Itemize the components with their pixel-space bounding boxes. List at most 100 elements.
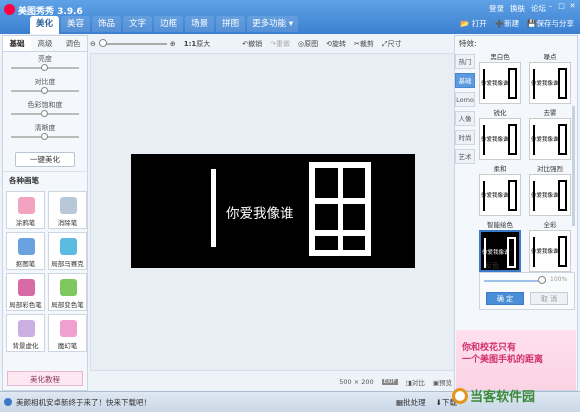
thumb-ladder (507, 237, 516, 268)
minimize-icon[interactable]: – (546, 2, 555, 11)
notice-link[interactable]: 美颜相机安卓新终于来了！快来下载吧！ (16, 397, 151, 408)
effect-reverse-label[interactable]: 反色 (485, 261, 499, 271)
effect-name: 黑白色 (490, 53, 510, 61)
compare-toggle[interactable]: ◨对比 (406, 377, 425, 387)
effect-name: 去雾 (543, 109, 557, 117)
adjust-sliders: 亮度 对比度 色彩饱和度 清晰度 (3, 52, 87, 144)
image-bar-shape (211, 169, 216, 247)
effect-name: 锐化 (493, 109, 507, 117)
preview-toggle[interactable]: ▣预览 (433, 377, 452, 387)
zoom-out-icon[interactable]: ⊖ (90, 40, 96, 48)
onekey-label: 一键美化 (30, 155, 60, 164)
login-link[interactable]: 登录 (489, 3, 504, 14)
effect-name: 对比强烈 (537, 165, 563, 173)
slider-knob[interactable] (41, 64, 48, 71)
adjust-subtabs: 基础 高级 调色 (3, 36, 87, 52)
brush-icon (18, 197, 35, 214)
effect-item[interactable]: 全彩 你爱我像谁 (529, 220, 571, 276)
slider-knob[interactable] (41, 133, 48, 140)
brush-item[interactable]: 涂鸦笔 (6, 191, 45, 229)
tab-2[interactable]: 饰品 (92, 16, 122, 32)
effect-item[interactable]: 黑白色 你爱我像谁 (479, 52, 521, 108)
brush-item[interactable]: 局部彩色笔 (6, 273, 45, 311)
tab-5[interactable]: 场景 (185, 16, 215, 32)
subtab-basic[interactable]: 基础 (3, 36, 31, 51)
brush-icon (18, 238, 35, 255)
one-key-beautify-button[interactable]: 一键美化 (15, 152, 75, 167)
effect-tab[interactable]: Lomo (455, 92, 475, 107)
effect-tab[interactable]: 基础 (455, 73, 475, 88)
skin-link[interactable]: 换肤 (510, 3, 525, 14)
canvas-status-bar: 500 × 200 EXIF ◨对比 ▣预览 (90, 373, 458, 390)
slider-group: 亮度 (3, 52, 87, 75)
ad-banner[interactable]: 你和校花只有 一个美图手机的距离 (456, 330, 576, 390)
effect-item[interactable]: 去雾 你爱我像谁 (529, 108, 571, 164)
brush-item[interactable]: 局部变色笔 (48, 273, 87, 311)
effect-item[interactable]: 对比强烈 你爱我像谁 (529, 164, 571, 220)
tab-7[interactable]: 更多功能 ▾ (247, 16, 299, 32)
effect-tab[interactable]: 人像 (455, 111, 475, 126)
thumb-text: 你爱我像谁 (531, 249, 559, 255)
tab-1[interactable]: 美容 (61, 16, 91, 32)
ok-button[interactable]: 确 定 (486, 292, 524, 305)
slider-track[interactable] (11, 133, 79, 140)
effect-thumbnail: 你爱我像谁 (529, 62, 571, 104)
maximize-icon[interactable]: □ (557, 2, 566, 11)
crop-button[interactable]: ✂裁剪 (354, 39, 374, 49)
slider-track[interactable] (11, 110, 79, 117)
effect-tab[interactable]: 艺术 (455, 149, 475, 164)
slider-knob[interactable] (41, 110, 48, 117)
tab-3[interactable]: 文字 (123, 16, 153, 32)
effect-item[interactable]: 柔和 你爱我像谁 (479, 164, 521, 220)
brush-item[interactable]: 背景虚化 (6, 314, 45, 352)
redo-button[interactable]: ↷重做 (270, 39, 290, 49)
brush-icon (60, 279, 77, 296)
zoom-slider[interactable] (98, 39, 167, 47)
edited-image[interactable]: 你爱我像谁 (131, 154, 415, 268)
open-button[interactable]: 📂 打开 (460, 18, 487, 29)
app-logo-icon (4, 4, 15, 15)
rotate-button[interactable]: ⟲旋转 (326, 39, 346, 49)
effect-tab[interactable]: 热门 (455, 54, 475, 69)
close-icon[interactable]: ✕ (568, 2, 577, 11)
brush-icon (18, 279, 35, 296)
brush-item[interactable]: 局部马赛克 (48, 232, 87, 270)
slider-track[interactable] (11, 64, 79, 71)
subtab-color[interactable]: 调色 (59, 36, 87, 51)
batch-process-button[interactable]: ▦批处理 (396, 397, 426, 408)
zoom-slider-knob[interactable] (98, 39, 107, 47)
tab-4[interactable]: 边框 (154, 16, 184, 32)
undo-label: 撤销 (248, 40, 263, 48)
slider-track[interactable] (11, 87, 79, 94)
undo-button[interactable]: ↶撤销 (242, 39, 262, 49)
opacity-slider-knob[interactable] (538, 276, 546, 284)
opacity-box: 100% 确 定 取 消 (479, 272, 575, 310)
zoom-in-icon[interactable]: ⊕ (170, 40, 176, 48)
effect-item[interactable]: 噪点 你爱我像谁 (529, 52, 571, 108)
brush-item[interactable]: 魔幻笔 (48, 314, 87, 352)
original-label: 原大 (196, 40, 211, 48)
compare-original-button[interactable]: ◎原图 (298, 39, 318, 49)
tab-6[interactable]: 拼图 (216, 16, 246, 32)
brush-item[interactable]: 消除笔 (48, 191, 87, 229)
save-share-button[interactable]: 💾保存与分享 (527, 18, 574, 29)
brush-icon (18, 320, 35, 337)
ladder-divider (338, 168, 343, 250)
cancel-button[interactable]: 取 消 (530, 292, 568, 305)
beautify-tutorial-button[interactable]: 美化教程 (7, 371, 83, 386)
effects-scrollbar[interactable] (572, 106, 575, 226)
brush-item[interactable]: 抠图笔 (6, 232, 45, 270)
tab-0[interactable]: 美化 (30, 16, 60, 34)
slider-knob[interactable] (41, 87, 48, 94)
new-button[interactable]: ➕新建 (495, 18, 519, 29)
effect-tab[interactable]: 时尚 (455, 130, 475, 145)
zoom-11-button[interactable]: 1:1原大 (184, 39, 211, 49)
opacity-slider[interactable] (484, 280, 546, 282)
thumb-ladder (508, 180, 517, 211)
forum-link[interactable]: 论坛 (531, 3, 546, 14)
subtab-advanced[interactable]: 高级 (31, 36, 59, 51)
effect-item[interactable]: 锐化 你爱我像谁 (479, 108, 521, 164)
resize-button[interactable]: ⤢尺寸 (382, 39, 402, 49)
exif-button[interactable]: EXIF (381, 378, 398, 385)
effect-thumbnail: 你爱我像谁 (479, 174, 521, 216)
